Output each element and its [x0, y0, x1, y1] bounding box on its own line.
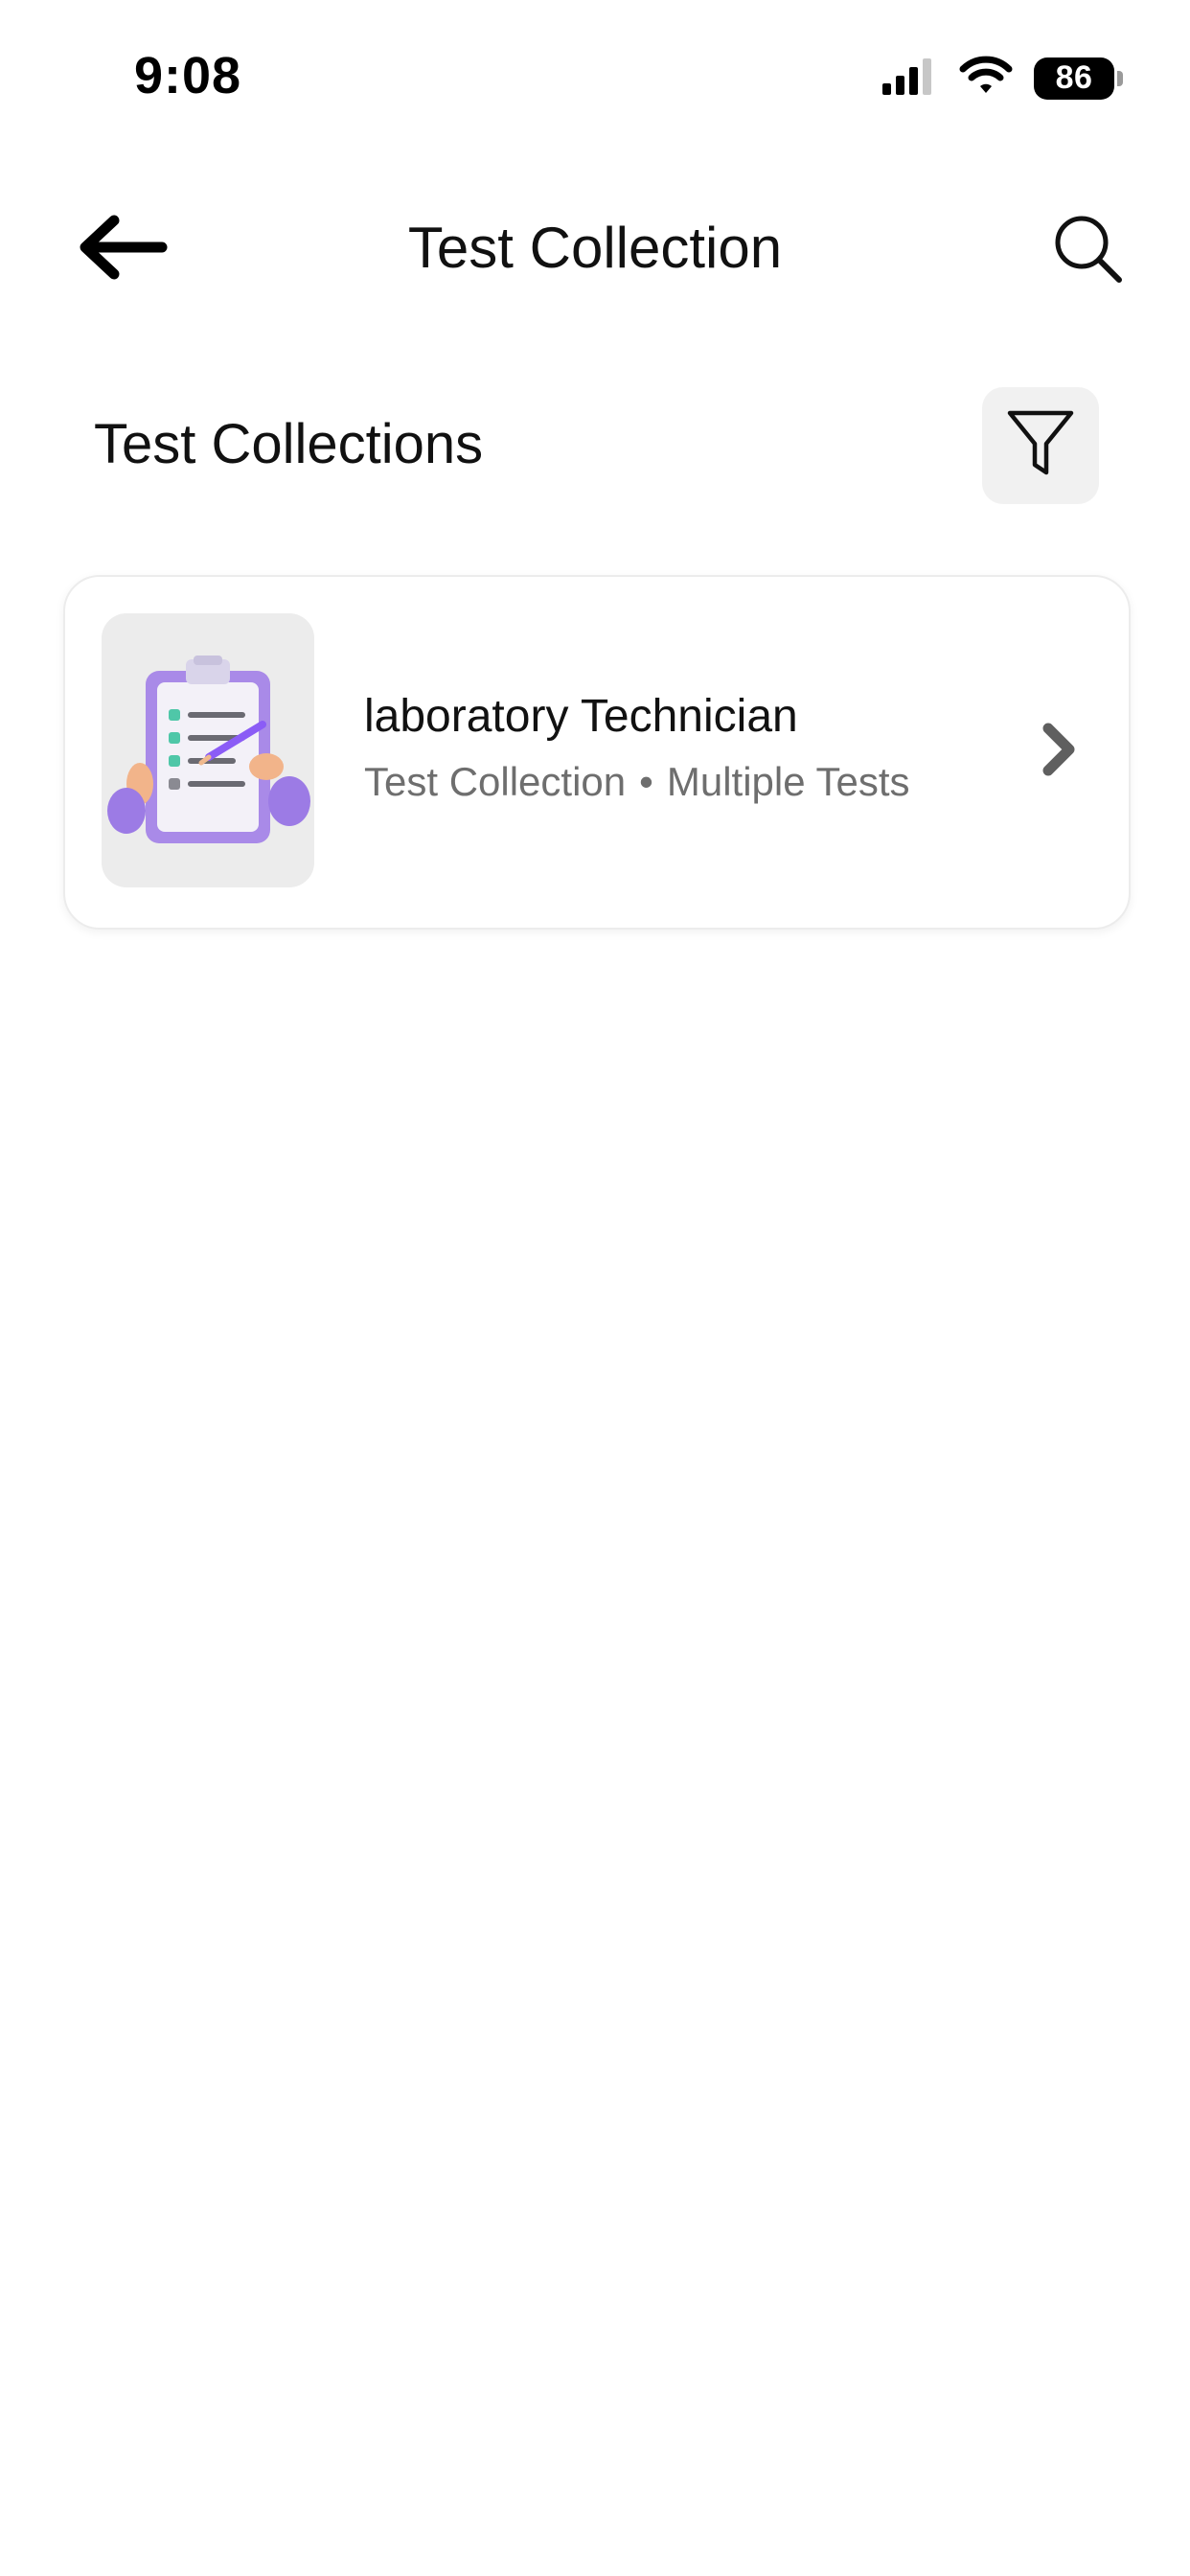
section-header: Test Collections	[0, 383, 1190, 508]
cellular-signal-icon	[881, 57, 938, 100]
battery-level: 86	[1034, 57, 1114, 100]
arrow-left-icon	[74, 211, 170, 288]
battery-icon: 86	[1034, 57, 1123, 100]
search-icon	[1050, 211, 1127, 292]
status-bar: 9:08 86	[0, 0, 1190, 153]
status-time: 9:08	[134, 47, 242, 104]
back-button[interactable]	[69, 211, 174, 288]
collection-subtitle: Test Collection • Multiple Tests	[364, 759, 910, 805]
collection-detail: Multiple Tests	[666, 759, 910, 804]
separator-dot: •	[639, 759, 653, 804]
search-button[interactable]	[1042, 205, 1134, 297]
clipboard-checklist-illustration	[102, 613, 314, 887]
header: Test Collection	[0, 192, 1190, 307]
section-title: Test Collections	[94, 413, 484, 475]
battery-cap	[1117, 70, 1123, 86]
filter-button[interactable]	[982, 387, 1099, 504]
wifi-icon	[959, 56, 1013, 101]
filter-icon	[1004, 405, 1077, 487]
page-title: Test Collection	[407, 216, 783, 280]
status-icons: 86	[881, 56, 1123, 101]
collection-card[interactable]: laboratory Technician Test Collection • Mu…	[63, 575, 1131, 930]
chevron-right-icon	[1037, 719, 1083, 780]
collection-type: Test Collection	[364, 759, 627, 804]
collection-title: laboratory Technician	[364, 691, 798, 742]
